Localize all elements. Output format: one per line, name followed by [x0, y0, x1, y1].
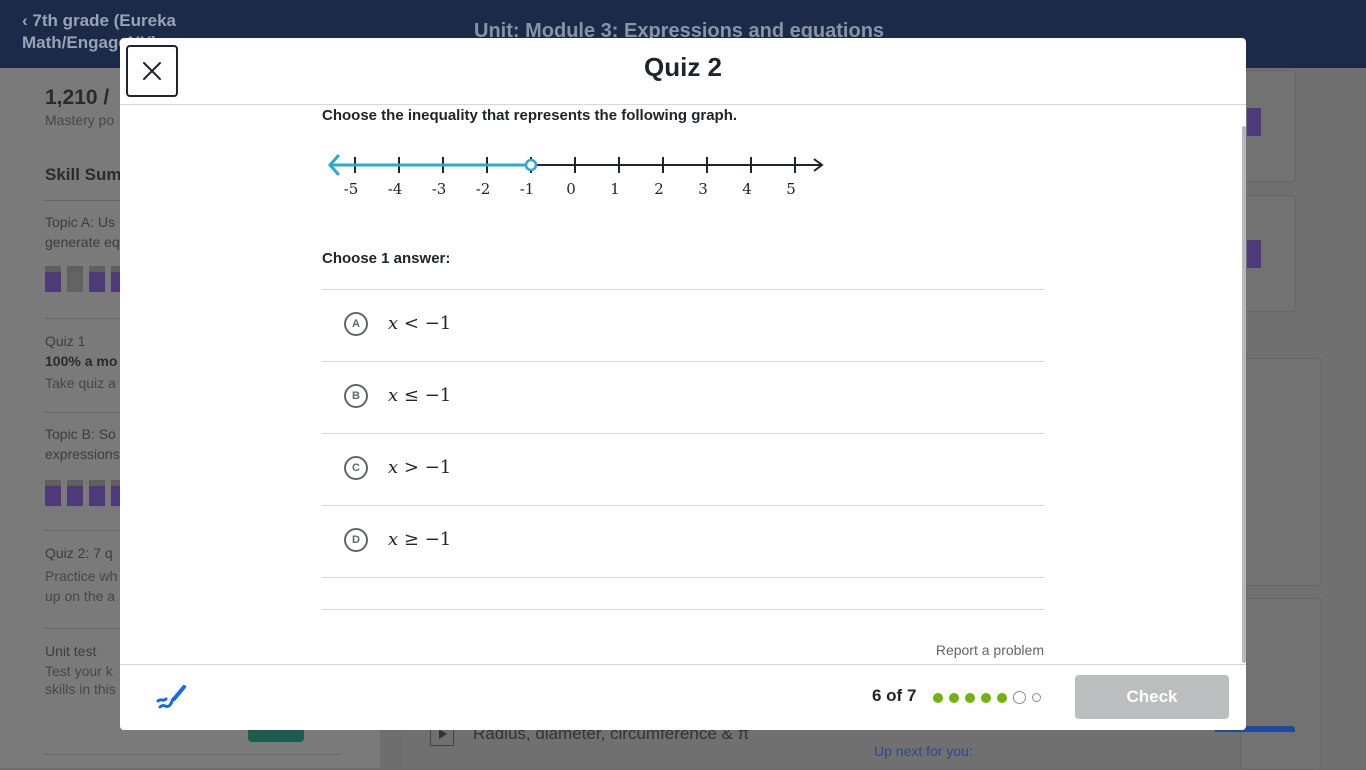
choice-var: x [388, 313, 399, 334]
progress-dot-complete [933, 692, 943, 703]
tick-label: 5 [786, 180, 796, 198]
question-text: Choose the inequality that represents th… [322, 107, 738, 124]
choice-b[interactable]: B x ≤ −1 [322, 362, 1044, 434]
skill-bar [67, 480, 83, 506]
choice-d-expression: x ≥ −1 [388, 529, 451, 550]
up-next-label: Up next for you: [874, 743, 973, 759]
quiz1-score: 100% a mo [45, 353, 118, 369]
choice-value: −1 [424, 385, 452, 406]
mastery-label: Mastery po [45, 112, 115, 128]
quiz-modal: Quiz 2 Choose the inequality that repres… [120, 38, 1246, 730]
open-point-marker [524, 158, 538, 172]
choice-operator: ≤ [398, 385, 425, 406]
choice-letter-b: B [344, 384, 368, 408]
tick-label: 1 [610, 180, 620, 198]
choice-letter-c: C [344, 456, 368, 480]
skill-bar [45, 480, 61, 506]
topic-a-title[interactable]: Topic A: Us [45, 214, 115, 230]
quiz1-subtitle: Take quiz a [45, 375, 116, 391]
progress-counter: 6 of 7 [872, 686, 917, 705]
unit-test-desc: Test your k [45, 663, 113, 679]
skill-chip [1247, 240, 1261, 268]
topic-b-skill-bars [45, 480, 127, 506]
topic-a-skill-bars [45, 266, 127, 292]
progress-dot-complete [981, 692, 991, 703]
skill-bar [45, 266, 61, 292]
skill-bar [67, 266, 83, 292]
number-line-graph: -5 -4 -3 -2 -1 0 1 2 3 4 5 [327, 154, 824, 198]
tick-label: 0 [566, 180, 576, 198]
choice-value: −1 [424, 313, 452, 334]
choice-operator: ≥ [398, 529, 425, 550]
quiz2-desc: Practice wh [45, 568, 118, 584]
choice-c[interactable]: C x > −1 [322, 434, 1044, 506]
unit-test-desc-cont: skills in this [45, 681, 116, 697]
scratchpad-pencil-icon[interactable] [154, 681, 188, 715]
side-card [1240, 358, 1322, 586]
choice-value: −1 [424, 529, 452, 550]
report-problem-link[interactable]: Report a problem [936, 642, 1044, 658]
choice-var: x [388, 457, 399, 478]
tick-label: 2 [654, 180, 664, 198]
progress-dot-current [1013, 691, 1026, 704]
topic-b-title[interactable]: Topic B: So [45, 426, 116, 442]
choice-letter-d: D [344, 528, 368, 552]
unit-test-title[interactable]: Unit test [45, 643, 96, 659]
progress-dot-complete [949, 692, 959, 703]
progress-dot-complete [965, 692, 975, 703]
tick-label: -4 [388, 180, 403, 198]
skill-bar [89, 480, 105, 506]
quiz-footer: 6 of 7 Check [120, 664, 1246, 730]
skill-chip [1247, 108, 1261, 136]
divider [45, 754, 340, 755]
check-button[interactable]: Check [1075, 675, 1229, 719]
modal-title: Quiz 2 [643, 52, 722, 82]
modal-header: Quiz 2 [120, 38, 1246, 105]
choice-c-expression: x > −1 [388, 457, 451, 478]
choice-b-expression: x ≤ −1 [388, 385, 451, 406]
progress-dot-complete [997, 692, 1007, 703]
choice-value: −1 [424, 457, 452, 478]
mastery-points: 1,210 / [45, 86, 110, 109]
quiz2-desc-cont: up on the a [45, 588, 116, 604]
progress-dot-upcoming [1032, 693, 1041, 702]
side-card [1240, 598, 1322, 770]
skill-bar [89, 266, 105, 292]
choice-a[interactable]: A x < −1 [322, 290, 1044, 362]
choice-d[interactable]: D x ≥ −1 [322, 506, 1044, 578]
tick-label: -2 [476, 180, 491, 198]
tick-label: 3 [698, 180, 708, 198]
choice-a-expression: x < −1 [388, 313, 451, 334]
divider [322, 609, 1044, 610]
choice-var: x [388, 529, 399, 550]
progress-dots [933, 691, 1041, 704]
choice-operator: > [398, 457, 425, 478]
topic-b-title-cont: expressions [45, 446, 120, 462]
choice-operator: < [398, 313, 425, 334]
choose-answer-label: Choose 1 answer: [322, 250, 451, 267]
tick-label: 4 [742, 180, 752, 198]
quiz1-title[interactable]: Quiz 1 [45, 333, 85, 349]
scrollbar[interactable] [1242, 126, 1246, 663]
tick-label: -5 [344, 180, 359, 198]
tick-label: -3 [432, 180, 447, 198]
choice-letter-a: A [344, 312, 368, 336]
topic-a-title-cont: generate eq [45, 234, 120, 250]
choice-var: x [388, 385, 399, 406]
answer-choices: A x < −1 B x ≤ −1 C x > −1 D x ≥ −1 [322, 289, 1044, 578]
quiz2-title[interactable]: Quiz 2: 7 q [45, 545, 113, 561]
tick-label: -1 [520, 180, 535, 198]
